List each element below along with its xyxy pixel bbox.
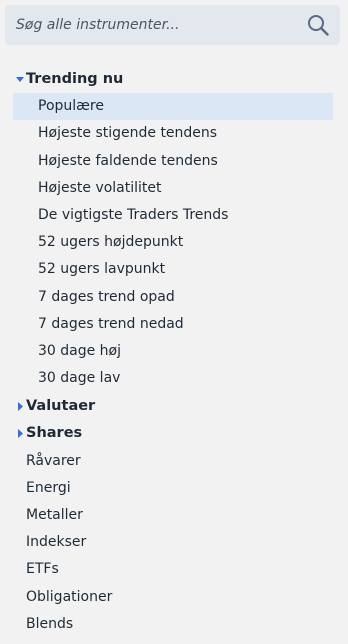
- tree-category-label: Energi: [26, 480, 71, 496]
- tree-group-valutaer[interactable]: Valutaer: [0, 393, 348, 420]
- tree-group-shares[interactable]: Shares: [0, 420, 348, 447]
- tree-item-label: 52 ugers lavpunkt: [38, 261, 166, 277]
- search-input[interactable]: [16, 5, 296, 45]
- tree-item-label: Populære: [38, 98, 104, 114]
- tree-item-label: 30 dage lav: [38, 370, 121, 386]
- tree-category-indekser[interactable]: Indekser: [0, 529, 348, 556]
- tree-category-metaller[interactable]: Metaller: [0, 502, 348, 529]
- tree-item-label: Højeste volatilitet: [38, 180, 162, 196]
- tree-category-label: Råvarer: [26, 453, 81, 469]
- tree-item-label: 7 dages trend nedad: [38, 316, 184, 332]
- caret-right-icon[interactable]: [15, 420, 25, 447]
- tree-item-30-dage-lav[interactable]: 30 dage lav: [0, 365, 348, 392]
- tree-group-label: Trending nu: [26, 71, 124, 87]
- tree-group-label: Valutaer: [26, 398, 96, 414]
- instrument-browser-panel: Trending nu Populære Højeste stigende te…: [0, 0, 348, 644]
- tree-category-energi[interactable]: Energi: [0, 475, 348, 502]
- tree-item-label: 7 dages trend opad: [38, 289, 175, 305]
- tree-item-populaere[interactable]: Populære: [0, 93, 348, 120]
- tree-item-hoejeste-faldende-tendens[interactable]: Højeste faldende tendens: [0, 148, 348, 175]
- tree-item-label: De vigtigste Traders Trends: [38, 207, 229, 223]
- tree-item-7-dages-trend-opad[interactable]: 7 dages trend opad: [0, 284, 348, 311]
- tree-item-hoejeste-volatilitet[interactable]: Højeste volatilitet: [0, 175, 348, 202]
- tree-category-label: Metaller: [26, 507, 83, 523]
- tree-group-trending[interactable]: Trending nu: [0, 66, 348, 93]
- search-box: [5, 5, 340, 45]
- tree-item-hoejeste-stigende-tendens[interactable]: Højeste stigende tendens: [0, 120, 348, 147]
- tree-category-blends[interactable]: Blends: [0, 611, 348, 638]
- tree-category-label: ETFs: [26, 561, 59, 577]
- tree-category-obligationer[interactable]: Obligationer: [0, 584, 348, 611]
- tree-category-etfs[interactable]: ETFs: [0, 556, 348, 583]
- tree-item-52-ugers-hoejdepunkt[interactable]: 52 ugers højdepunkt: [0, 229, 348, 256]
- tree-category-raavarer[interactable]: Råvarer: [0, 448, 348, 475]
- tree-category-label: Blends: [26, 616, 74, 632]
- tree-category-label: Indekser: [26, 534, 87, 550]
- tree-item-label: 52 ugers højdepunkt: [38, 234, 184, 250]
- tree-item-traders-trends[interactable]: De vigtigste Traders Trends: [0, 202, 348, 229]
- caret-right-icon[interactable]: [15, 393, 25, 420]
- tree-item-30-dage-hoej[interactable]: 30 dage høj: [0, 338, 348, 365]
- tree-item-52-ugers-lavpunkt[interactable]: 52 ugers lavpunkt: [0, 256, 348, 283]
- tree-item-label: Højeste stigende tendens: [38, 125, 218, 141]
- caret-down-icon[interactable]: [15, 66, 25, 93]
- tree-item-7-dages-trend-nedad[interactable]: 7 dages trend nedad: [0, 311, 348, 338]
- tree-item-label: 30 dage høj: [38, 343, 122, 359]
- tree-group-label: Shares: [26, 425, 83, 441]
- tree-item-label: Højeste faldende tendens: [38, 153, 218, 169]
- search-icon[interactable]: [307, 14, 329, 36]
- tree-category-label: Obligationer: [26, 589, 113, 605]
